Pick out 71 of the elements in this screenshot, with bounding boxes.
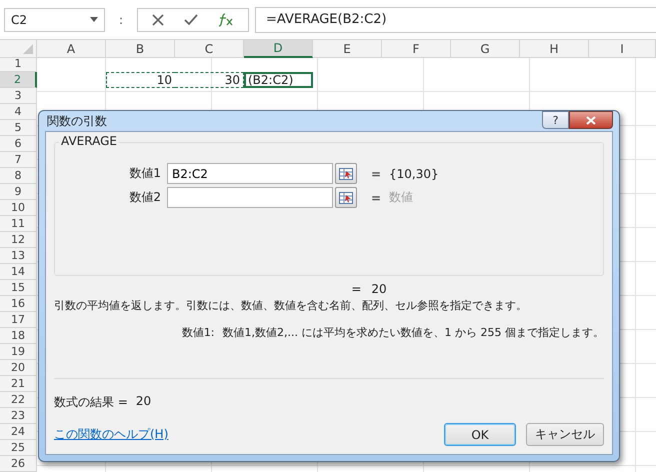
argument-field[interactable] — [167, 187, 333, 208]
row-header[interactable]: 20 — [0, 360, 37, 376]
function-name: AVERAGE — [59, 134, 119, 148]
column-header[interactable]: A — [37, 40, 106, 58]
help-link[interactable]: この関数のヘルプ(H) — [54, 426, 168, 443]
argument-result: {10,30} — [389, 166, 439, 180]
row-header[interactable]: 15 — [0, 280, 37, 296]
row-header[interactable]: 10 — [0, 200, 37, 216]
row-header[interactable]: 24 — [0, 424, 37, 440]
range-select-icon — [339, 168, 353, 180]
dropdown-caret-icon — [90, 17, 98, 22]
row-header[interactable]: 16 — [0, 296, 37, 312]
function-description: 引数の平均値を返します。引数には、数値、数値を含む名前、配列、セル参照を指定できます。 — [54, 298, 528, 313]
row-header[interactable]: 6 — [0, 136, 37, 152]
equals-sign: = — [370, 190, 382, 204]
more-options-icon[interactable]: : — [111, 12, 131, 26]
formula-result: 20 — [136, 394, 152, 410]
row-header[interactable]: 13 — [0, 248, 37, 264]
row-header[interactable]: 25 — [0, 440, 37, 456]
dialog-button[interactable]: OK — [444, 423, 516, 446]
range-select-button[interactable] — [335, 187, 357, 208]
argument-result: 数値 — [389, 189, 413, 206]
range-select-icon — [339, 192, 353, 204]
row-header[interactable]: 18 — [0, 328, 37, 344]
row-header[interactable]: 22 — [0, 392, 37, 408]
cancel-icon[interactable] — [152, 14, 164, 26]
row-header[interactable]: 3 — [0, 88, 37, 104]
row-header[interactable]: 7 — [0, 152, 37, 168]
cell[interactable]: 30 — [175, 72, 244, 88]
row-header[interactable]: 26 — [0, 456, 37, 472]
dialog-title: 関数の引数 — [46, 112, 107, 130]
close-button[interactable] — [569, 111, 613, 129]
row-header[interactable]: 17 — [0, 312, 37, 328]
column-header[interactable]: H — [520, 40, 589, 58]
row-header[interactable]: 21 — [0, 376, 37, 392]
equals-sign: = — [351, 282, 362, 296]
column-header[interactable]: G — [451, 40, 520, 58]
row-header[interactable]: 2 — [0, 72, 37, 88]
argument-label: 数値2 — [128, 189, 162, 206]
argument-label: 数値1 — [128, 165, 162, 182]
row-header[interactable]: 11 — [0, 216, 37, 232]
insert-function-icon[interactable] — [218, 12, 234, 26]
equals-sign: = — [370, 166, 382, 180]
cell[interactable]: (B2:C2) — [244, 72, 313, 88]
row-header[interactable]: 19 — [0, 344, 37, 360]
column-header[interactable]: B — [106, 40, 175, 58]
formula-field[interactable]: =AVERAGE(B2:C2) — [255, 6, 656, 32]
column-header[interactable]: F — [382, 40, 451, 58]
column-header[interactable]: D — [244, 40, 313, 58]
argument-help-text: 数値1,数値2,... には平均を求めたい数値を、1 から 255 個まで指定します。 — [222, 325, 604, 340]
column-header[interactable]: I — [589, 40, 656, 58]
row-header[interactable]: 14 — [0, 264, 37, 280]
cell[interactable]: 10 — [106, 72, 175, 88]
row-header[interactable]: 5 — [0, 120, 37, 136]
checkmark-icon[interactable] — [184, 14, 198, 26]
column-header[interactable]: C — [175, 40, 244, 58]
row-header[interactable]: 8 — [0, 168, 37, 184]
row-header[interactable]: 4 — [0, 104, 37, 120]
dialog-button[interactable]: キャンセル — [526, 423, 604, 446]
close-icon — [586, 116, 596, 124]
range-select-button[interactable] — [335, 163, 357, 184]
help-button[interactable]: ? — [542, 111, 569, 129]
argument-help-label: 数値1: — [182, 325, 215, 340]
name-box[interactable]: C2 — [4, 8, 105, 32]
row-header[interactable]: 9 — [0, 184, 37, 200]
formula-result-label: 数式の結果 = — [54, 394, 128, 411]
function-result: 20 — [371, 282, 387, 296]
row-header[interactable]: 23 — [0, 408, 37, 424]
row-header[interactable]: 12 — [0, 232, 37, 248]
column-header[interactable]: E — [313, 40, 382, 58]
argument-field[interactable]: B2:C2 — [167, 163, 333, 184]
